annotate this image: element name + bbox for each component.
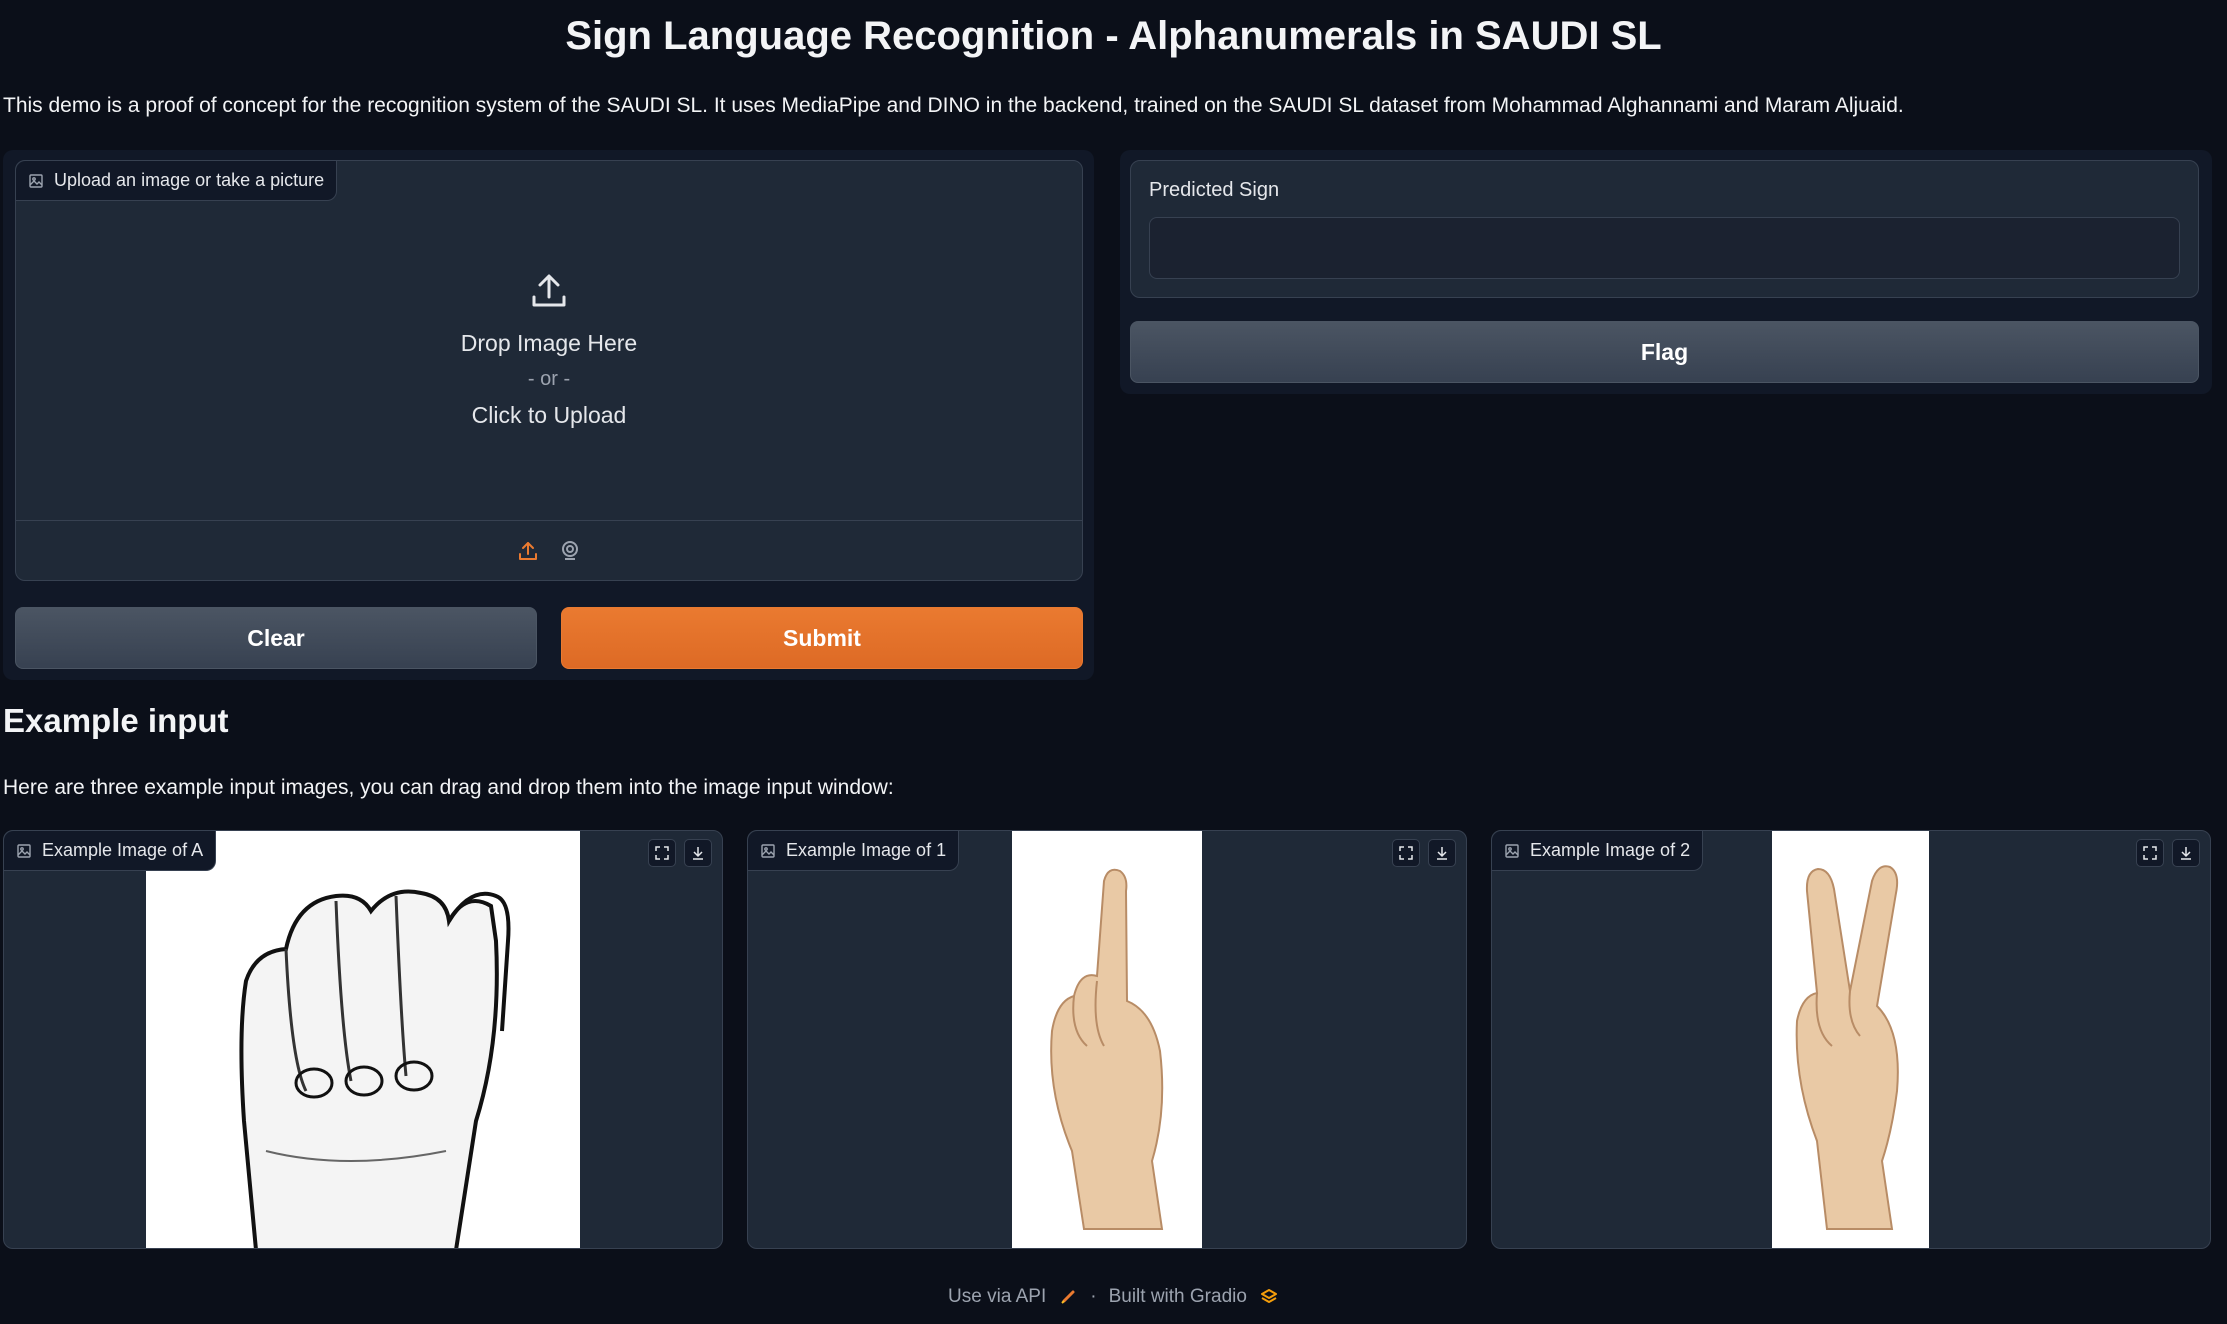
drop-image-text: Drop Image Here (460, 330, 638, 356)
fullscreen-icon (1399, 846, 1413, 860)
gradio-logo-icon (1260, 1289, 1277, 1303)
two-finger-sign-image (1772, 831, 1929, 1248)
example-image-card[interactable]: Example Image of A (3, 830, 723, 1249)
download-icon (693, 847, 703, 860)
example-label-1: Example Image of 1 (748, 831, 960, 871)
one-finger-sign-image (1012, 831, 1202, 1248)
example-actions (1392, 839, 1456, 867)
predicted-sign-label: Predicted Sign (1149, 179, 1280, 201)
example-image-card[interactable]: Example Image of 2 (1491, 830, 2211, 1249)
fist-sign-a-image (146, 831, 580, 1248)
example-actions (648, 839, 712, 867)
use-via-api-link[interactable]: Use via API (948, 1286, 1046, 1308)
image-input-label-text: Upload an image or take a picture (54, 170, 325, 190)
examples-subtitle: Here are three example input images, you… (3, 776, 894, 799)
flag-button[interactable]: Flag (1130, 321, 2199, 383)
example-label-1-text: Example Image of 1 (786, 840, 947, 860)
image-icon (761, 843, 775, 858)
image-upload-area[interactable]: Upload an image or take a picture Drop I… (15, 160, 1083, 581)
download-icon (2181, 847, 2191, 860)
page-description: This demo is a proof of concept for the … (3, 94, 1904, 117)
webcam-icon[interactable] (558, 539, 582, 563)
predicted-sign-block: Predicted Sign (1130, 160, 2199, 298)
image-input-label: Upload an image or take a picture (16, 161, 338, 201)
click-to-upload-text: Click to Upload (471, 402, 627, 428)
predicted-sign-output[interactable] (1149, 217, 2180, 279)
example-image-1[interactable] (1012, 831, 1202, 1248)
example-label-2-text: Example Image of 2 (1530, 840, 1691, 860)
download-button[interactable] (1428, 839, 1456, 867)
upload-arrow-icon (532, 274, 566, 307)
example-label-a: Example Image of A (4, 831, 217, 871)
fullscreen-button[interactable] (1392, 839, 1420, 867)
download-button[interactable] (2172, 839, 2200, 867)
image-icon (1505, 843, 1519, 858)
fullscreen-button[interactable] (2136, 839, 2164, 867)
page-title: Sign Language Recognition - Alphanumeral… (565, 14, 1662, 58)
fullscreen-button[interactable] (648, 839, 676, 867)
upload-icon[interactable] (516, 539, 540, 563)
example-image-card[interactable]: Example Image of 1 (747, 830, 1467, 1249)
drop-zone[interactable]: Drop Image Here - or - Click to Upload (16, 271, 1082, 433)
output-panel: Predicted Sign Flag (1120, 150, 2212, 394)
examples-heading: Example input (3, 702, 229, 739)
or-text: - or - (527, 368, 571, 390)
example-label-a-text: Example Image of A (42, 840, 204, 860)
footer-separator: · (1090, 1286, 1097, 1307)
image-icon (29, 173, 43, 188)
example-label-2: Example Image of 2 (1492, 831, 1704, 871)
download-icon (1437, 847, 1447, 860)
image-icon (17, 843, 31, 858)
submit-button[interactable]: Submit (561, 607, 1083, 669)
clear-button[interactable]: Clear (15, 607, 537, 669)
fullscreen-icon (2143, 846, 2157, 860)
input-panel: Upload an image or take a picture Drop I… (3, 150, 1094, 680)
example-image-a[interactable] (146, 831, 580, 1248)
example-actions (2136, 839, 2200, 867)
download-button[interactable] (684, 839, 712, 867)
example-image-2[interactable] (1772, 831, 1929, 1248)
rocket-icon (1061, 1290, 1075, 1304)
fullscreen-icon (655, 846, 669, 860)
source-selector (16, 520, 1082, 580)
built-with-gradio-link[interactable]: Built with Gradio (1109, 1286, 1247, 1308)
footer: Use via API · Built with Gradio (0, 1286, 2227, 1308)
